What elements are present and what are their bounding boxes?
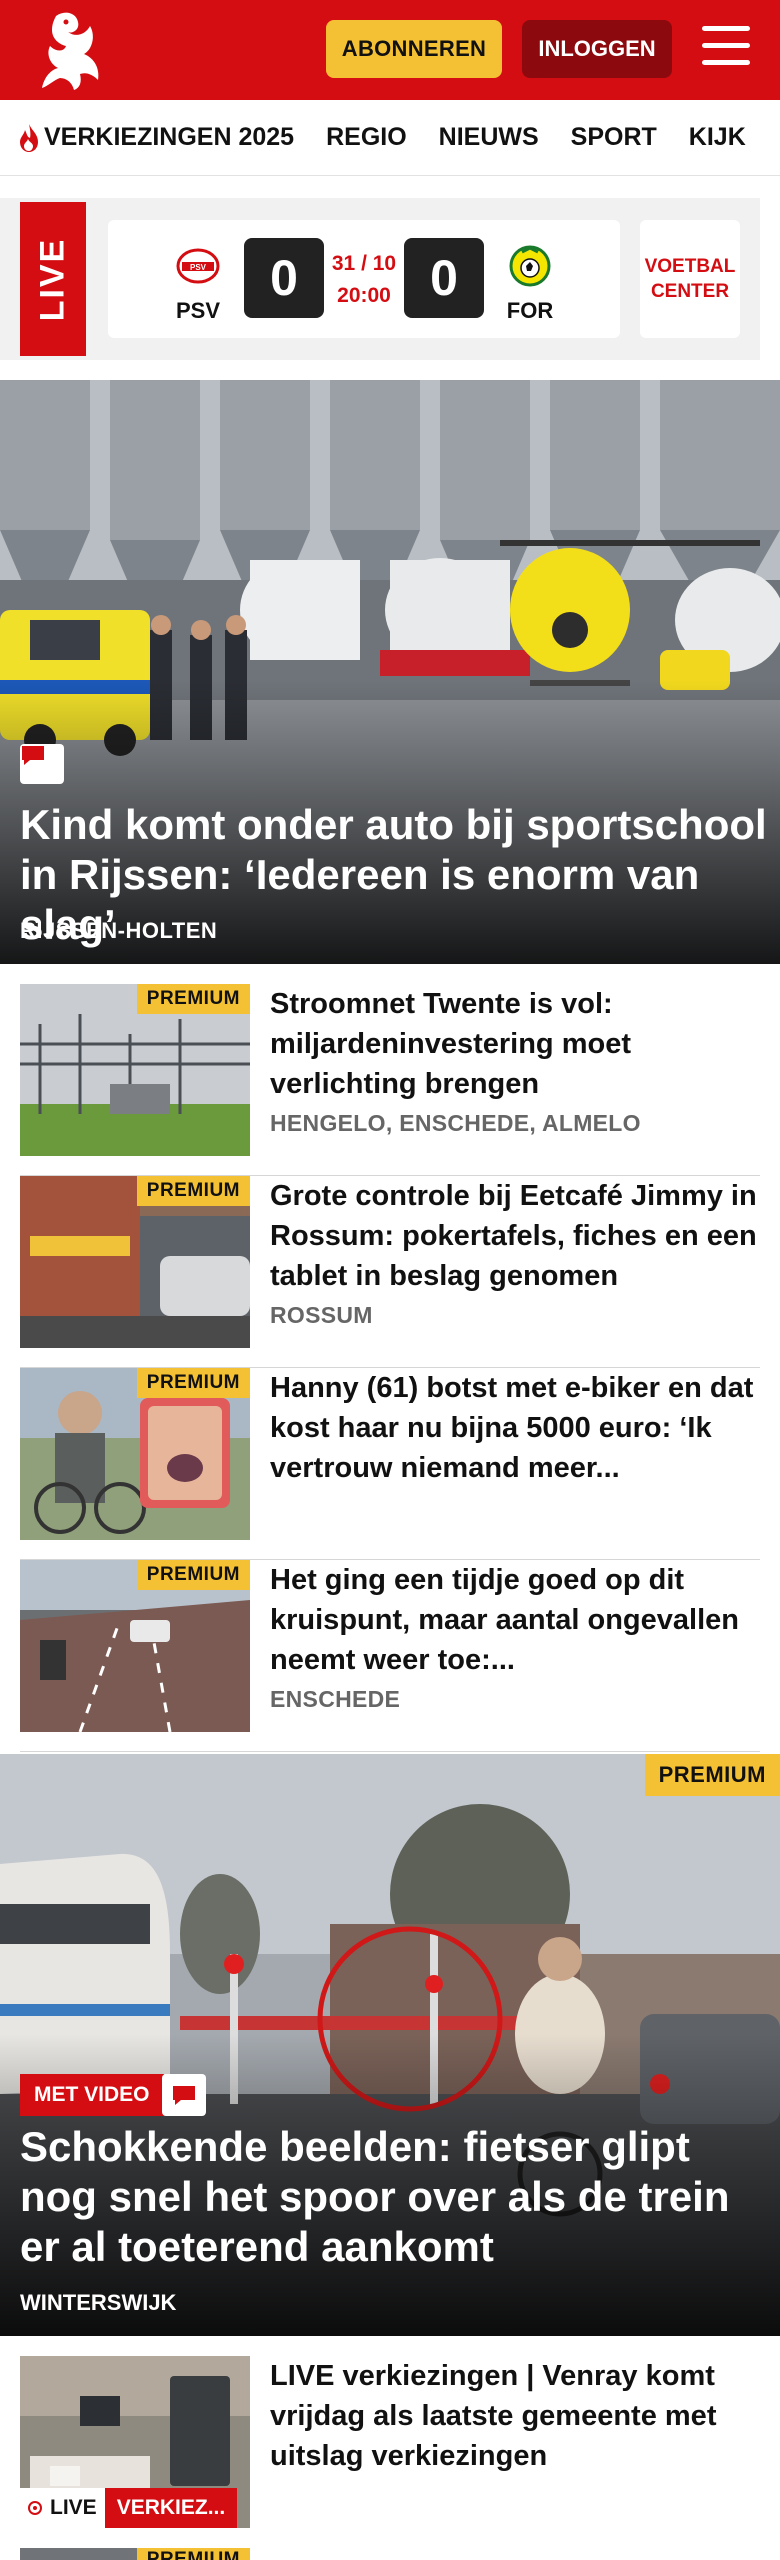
- nav-item-nieuws[interactable]: NIEUWS: [439, 123, 539, 152]
- live-indicator: LIVE: [20, 2488, 105, 2528]
- premium-badge: PREMIUM: [136, 1176, 250, 1206]
- nav-item-kijk[interactable]: KIJK: [689, 123, 746, 152]
- away-team: FOR: [490, 244, 570, 324]
- live-tag: LIVE: [20, 202, 86, 356]
- article-title: Stroomnet Twente is vol: miljardeninvest…: [270, 988, 631, 1100]
- hero2-location: WINTERSWIJK: [20, 2290, 177, 2315]
- hero-location: RIJSSEN-HOLTEN: [20, 918, 218, 943]
- premium-badge: PREMIUM: [136, 2548, 250, 2560]
- list-item[interactable]: PREMIUM Hanny (61) botst met e-biker en …: [20, 1368, 760, 1560]
- live-match-bar: LIVE PSV PSV 0 31 / 10 20:00 0 FOR VOETB…: [0, 198, 760, 360]
- comment-icon: [162, 2074, 206, 2116]
- live-chip: LIVE VERKIEZ...: [20, 2488, 238, 2528]
- article-thumbnail: PREMIUM: [20, 1176, 250, 1348]
- live-label: LIVE: [33, 237, 72, 321]
- hero2-title: Schokkende beelden: fietser glipt nog sn…: [20, 2123, 730, 2270]
- vc-line-2: CENTER: [650, 281, 730, 302]
- list-item[interactable]: LIVE VERKIEZ... LIVE verkiezingen | Venr…: [20, 2356, 760, 2548]
- article-title: Hanny (61) botst met e-biker en dat kost…: [270, 1372, 754, 1484]
- article-thumbnail: PREMIUM: [20, 1560, 250, 1732]
- article-thumbnail: PREMIUM: [20, 1368, 250, 1540]
- psv-logo-icon: PSV: [176, 248, 220, 284]
- nav-item-sport[interactable]: SPORT: [571, 123, 657, 152]
- home-score: 0: [244, 238, 324, 318]
- video-badge: MET VIDEO: [20, 2074, 164, 2116]
- away-team-name: FOR: [506, 298, 554, 323]
- article-title: LIVE verkiezingen | Venray komt vrijdag …: [270, 2360, 717, 2472]
- match-card[interactable]: PSV PSV 0 31 / 10 20:00 0 FOR: [108, 220, 620, 338]
- hero-article[interactable]: Kind komt onder auto bij sportschool in …: [0, 380, 780, 964]
- premium-badge: PREMIUM: [136, 1368, 250, 1398]
- premium-badge: PREMIUM: [644, 1754, 780, 1796]
- list-item[interactable]: PREMIUM Het ging een tijdje goed op dit …: [20, 1560, 760, 1752]
- flame-icon: [20, 123, 38, 152]
- premium-badge: PREMIUM: [136, 1560, 250, 1590]
- hamburger-menu-icon[interactable]: [702, 26, 750, 70]
- nav-item-verkiezingen[interactable]: VERKIEZINGEN 2025: [18, 123, 294, 153]
- article-title: Het ging een tijdje goed op dit kruispun…: [270, 1564, 739, 1676]
- article-location: ENSCHEDE: [270, 1686, 401, 1712]
- nav-label: VERKIEZINGEN 2025: [44, 123, 295, 151]
- match-time: 20:00: [337, 284, 391, 307]
- live-dot-icon: [28, 2501, 42, 2515]
- article-thumbnail: PREMIUM: [20, 984, 250, 1156]
- video-hero-article[interactable]: PREMIUM MET VIDEO Schokkende beelden: fi…: [0, 1754, 780, 2336]
- main-nav: VERKIEZINGEN 2025 REGIO NIEUWS SPORT KIJ…: [0, 100, 780, 176]
- premium-badge: PREMIUM: [136, 984, 250, 1014]
- nav-item-regio[interactable]: REGIO: [326, 123, 407, 152]
- article-thumbnail: PREMIUM: [20, 2548, 250, 2560]
- match-datetime: 31 / 10 20:00: [330, 248, 398, 312]
- svg-text:PSV: PSV: [190, 263, 207, 272]
- article-thumbnail: LIVE VERKIEZ...: [20, 2356, 250, 2528]
- article-location: HENGELO, ENSCHEDE, ALMELO: [270, 1110, 641, 1136]
- away-score: 0: [404, 238, 484, 318]
- article-location: ROSSUM: [270, 1302, 373, 1328]
- site-header: ABONNEREN INLOGGEN: [0, 0, 780, 100]
- match-date: 31 / 10: [331, 252, 397, 275]
- live-label: LIVE: [50, 2496, 97, 2519]
- home-team: PSV PSV: [158, 244, 238, 324]
- category-label: VERKIEZ...: [104, 2488, 238, 2528]
- voetbal-center-button[interactable]: VOETBAL CENTER: [640, 220, 740, 338]
- list-item[interactable]: PREMIUM Grote controle bij Eetcafé Jimmy…: [20, 1176, 760, 1368]
- list-item[interactable]: PREMIUM: [20, 2548, 760, 2560]
- login-button[interactable]: INLOGGEN: [522, 20, 672, 78]
- comment-icon: [20, 744, 64, 784]
- home-team-name: PSV: [175, 298, 221, 323]
- fortuna-logo-icon: [509, 245, 551, 287]
- article-title: Grote controle bij Eetcafé Jimmy in Ross…: [270, 1180, 757, 1292]
- video-label: MET VIDEO: [34, 2083, 150, 2106]
- list-item[interactable]: PREMIUM Stroomnet Twente is vol: miljard…: [20, 984, 760, 1176]
- vc-line-1: VOETBAL: [644, 256, 736, 277]
- subscribe-button[interactable]: ABONNEREN: [326, 20, 502, 78]
- brand-logo[interactable]: [36, 8, 106, 92]
